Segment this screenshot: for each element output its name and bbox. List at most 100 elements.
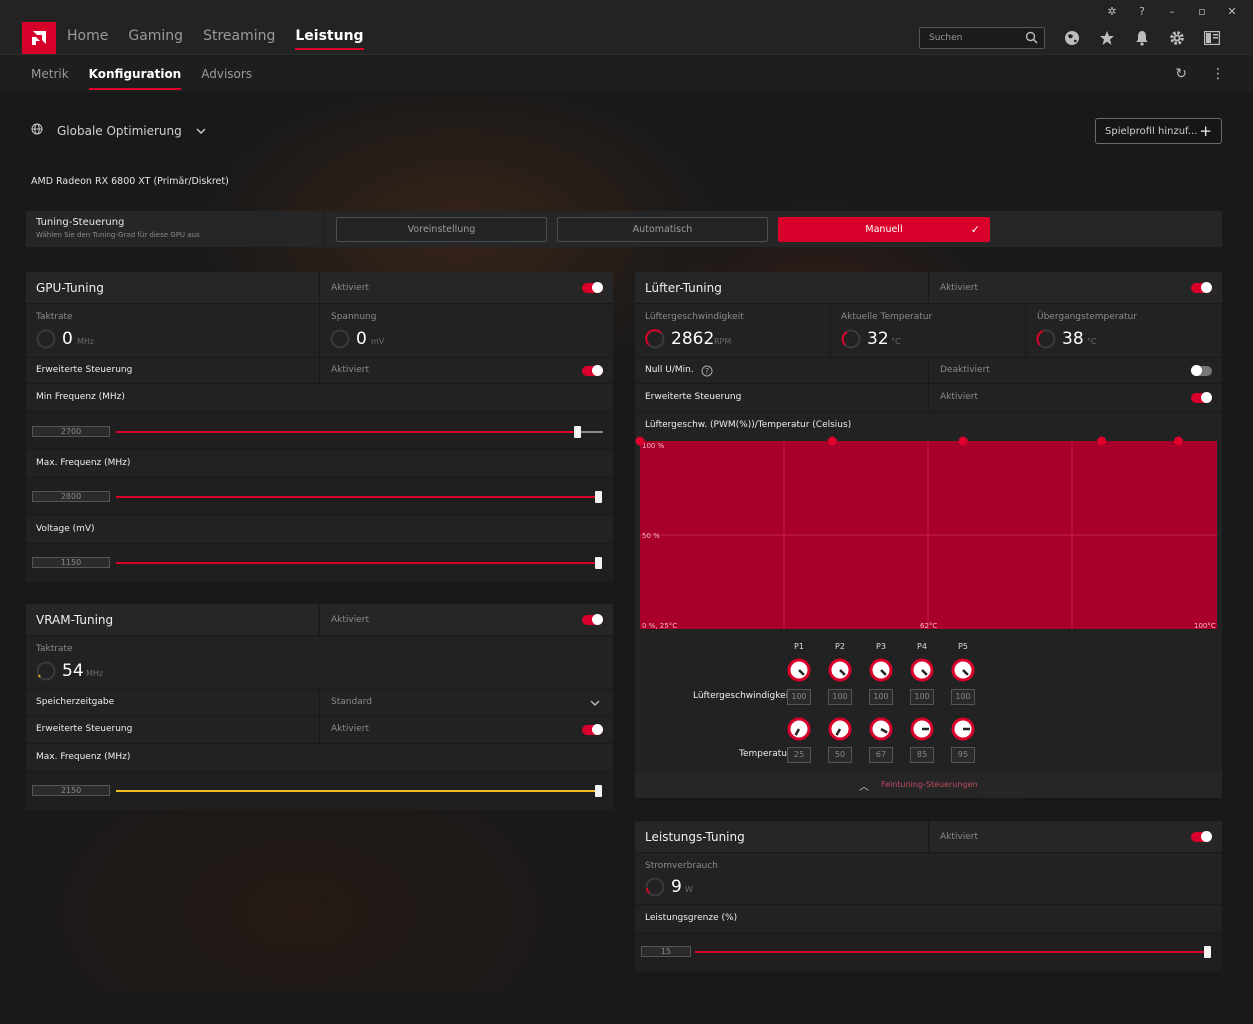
memory-timing-value[interactable]: Standard <box>331 697 372 707</box>
vram-advanced-toggle[interactable] <box>582 724 603 735</box>
fan-speed-knob-p1[interactable] <box>787 658 811 682</box>
junction-temp-value: 38 <box>1062 329 1084 349</box>
max-freq-track[interactable] <box>116 496 596 498</box>
vram-clock-gauge-icon <box>36 661 56 681</box>
nav-home[interactable]: Home <box>67 28 108 44</box>
zero-rpm-toggle[interactable] <box>1191 365 1212 376</box>
nav-gaming[interactable]: Gaming <box>128 28 183 44</box>
minimize-icon[interactable]: – <box>1157 3 1187 19</box>
voltage-thumb[interactable] <box>595 557 602 569</box>
voltage-label: Spannung <box>331 312 377 322</box>
fan-advanced-toggle[interactable] <box>1191 392 1212 403</box>
fan-speed-knob-p3[interactable] <box>869 658 893 682</box>
fan-speed-input-p2[interactable]: 100 <box>828 689 852 705</box>
min-freq-thumb[interactable] <box>574 426 581 438</box>
nav-streaming[interactable]: Streaming <box>203 28 275 44</box>
fan-speed-knob-p2[interactable] <box>828 658 852 682</box>
point-label-p1: P1 <box>794 642 804 651</box>
vram-tuning-toggle[interactable] <box>582 614 603 625</box>
gear-icon[interactable] <box>1167 29 1187 47</box>
temp-input-p5[interactable]: 95 <box>951 747 975 763</box>
power-limit-thumb[interactable] <box>1204 946 1211 958</box>
fan-tuning-panel: Lüfter-Tuning Aktiviert Lüftergeschwindi… <box>635 272 1222 798</box>
curve-point-4[interactable] <box>1097 436 1107 446</box>
tab-advisors[interactable]: Advisors <box>201 67 252 81</box>
globe-small-icon <box>31 123 43 138</box>
profile-selector[interactable]: Globale Optimierung <box>31 123 206 138</box>
fan-speed-input-p5[interactable]: 100 <box>951 689 975 705</box>
temp-input-p3[interactable]: 67 <box>869 747 893 763</box>
sub-tabs: Metrik Konfiguration Advisors <box>31 67 252 90</box>
power-limit-track[interactable] <box>695 951 1205 953</box>
temp-knob-p3[interactable] <box>869 717 893 741</box>
chart-origin-label: 0 %, 25°C <box>642 622 677 630</box>
max-freq-value[interactable]: 2800 <box>32 491 110 502</box>
tab-konfiguration[interactable]: Konfiguration <box>88 67 181 90</box>
preset-button[interactable]: Voreinstellung <box>336 217 547 242</box>
help-circle-icon[interactable]: ? <box>701 365 713 377</box>
zero-rpm-status: Deaktiviert <box>940 365 990 375</box>
vram-max-freq-track[interactable] <box>116 790 596 792</box>
temp-knob-p1[interactable] <box>787 717 811 741</box>
power-tuning-toggle[interactable] <box>1191 831 1212 842</box>
add-game-profile-button[interactable]: Spielprofil hinzuf... + <box>1095 118 1222 144</box>
top-icons <box>1062 29 1222 47</box>
temp-input-p2[interactable]: 50 <box>828 747 852 763</box>
vram-max-freq-value[interactable]: 2150 <box>32 785 110 796</box>
max-freq-thumb[interactable] <box>595 491 602 503</box>
vram-max-freq-thumb[interactable] <box>595 785 602 797</box>
top-bar: ✲ ? – ▫ ✕ Home Gaming Streaming Leistung <box>0 0 1253 54</box>
fine-tuning-link[interactable]: Feintuning-Steuerungen <box>881 780 978 789</box>
fan-curve-chart[interactable]: 100 % 50 % 0 %, 25°C 62°C 100°C <box>635 436 1222 634</box>
temp-knob-p2[interactable] <box>828 717 852 741</box>
bug-icon[interactable]: ✲ <box>1097 3 1127 19</box>
search-icon[interactable] <box>1025 31 1038 47</box>
globe-icon[interactable] <box>1062 29 1082 47</box>
search-input[interactable] <box>920 28 1020 48</box>
sidebar-panel-icon[interactable] <box>1202 29 1222 47</box>
memory-timing-chevron-icon[interactable] <box>590 699 600 707</box>
temp-input-p4[interactable]: 85 <box>910 747 934 763</box>
reset-icon[interactable]: ↻ <box>1175 66 1187 82</box>
chevron-up-icon[interactable]: ︿ <box>859 778 869 793</box>
fan-speed-value: 2862 <box>671 329 715 349</box>
temp-knob-p5[interactable] <box>951 717 975 741</box>
star-icon[interactable] <box>1097 29 1117 47</box>
more-options-icon[interactable]: ⋮ <box>1211 66 1225 82</box>
voltage-slider-label: Voltage (mV) <box>36 524 95 534</box>
fan-tuning-toggle[interactable] <box>1191 282 1212 293</box>
fan-speed-knob-p4[interactable] <box>910 658 934 682</box>
gpu-tuning-toggle[interactable] <box>582 282 603 293</box>
fan-speed-knob-p5[interactable] <box>951 658 975 682</box>
amd-logo[interactable] <box>22 22 56 54</box>
curve-point-5[interactable] <box>1174 436 1183 446</box>
voltage-track[interactable] <box>116 562 596 564</box>
maximize-icon[interactable]: ▫ <box>1187 3 1217 19</box>
curve-point-2[interactable] <box>827 436 837 446</box>
voltage-slider-value[interactable]: 1150 <box>32 557 110 568</box>
vram-tuning-status: Aktiviert <box>331 615 369 625</box>
manual-button-label: Manuell <box>865 224 903 235</box>
nav-leistung[interactable]: Leistung <box>295 28 364 50</box>
fan-speed-input-p1[interactable]: 100 <box>787 689 811 705</box>
fan-speed-input-p4[interactable]: 100 <box>910 689 934 705</box>
curve-point-1[interactable] <box>635 436 645 446</box>
manual-button[interactable]: Manuell ✓ <box>778 217 990 242</box>
temp-knob-p4[interactable] <box>910 717 934 741</box>
vram-tuning-title: VRAM-Tuning <box>36 613 114 627</box>
memory-timing-label: Speicherzeitgabe <box>36 697 115 707</box>
curve-point-3[interactable] <box>958 436 968 446</box>
temp-input-p1[interactable]: 25 <box>787 747 811 763</box>
gpu-advanced-toggle[interactable] <box>582 365 603 376</box>
current-temp-label: Aktuelle Temperatur <box>841 312 933 322</box>
tab-metrik[interactable]: Metrik <box>31 67 69 81</box>
help-icon[interactable]: ? <box>1127 3 1157 19</box>
junction-temp-unit: °C <box>1087 337 1097 346</box>
automatic-button[interactable]: Automatisch <box>557 217 768 242</box>
power-limit-value[interactable]: 15 <box>641 946 691 957</box>
bell-icon[interactable] <box>1132 29 1152 47</box>
fan-speed-input-p3[interactable]: 100 <box>869 689 893 705</box>
close-icon[interactable]: ✕ <box>1217 3 1247 19</box>
min-freq-value[interactable]: 2700 <box>32 426 110 437</box>
min-freq-track[interactable] <box>116 431 578 433</box>
